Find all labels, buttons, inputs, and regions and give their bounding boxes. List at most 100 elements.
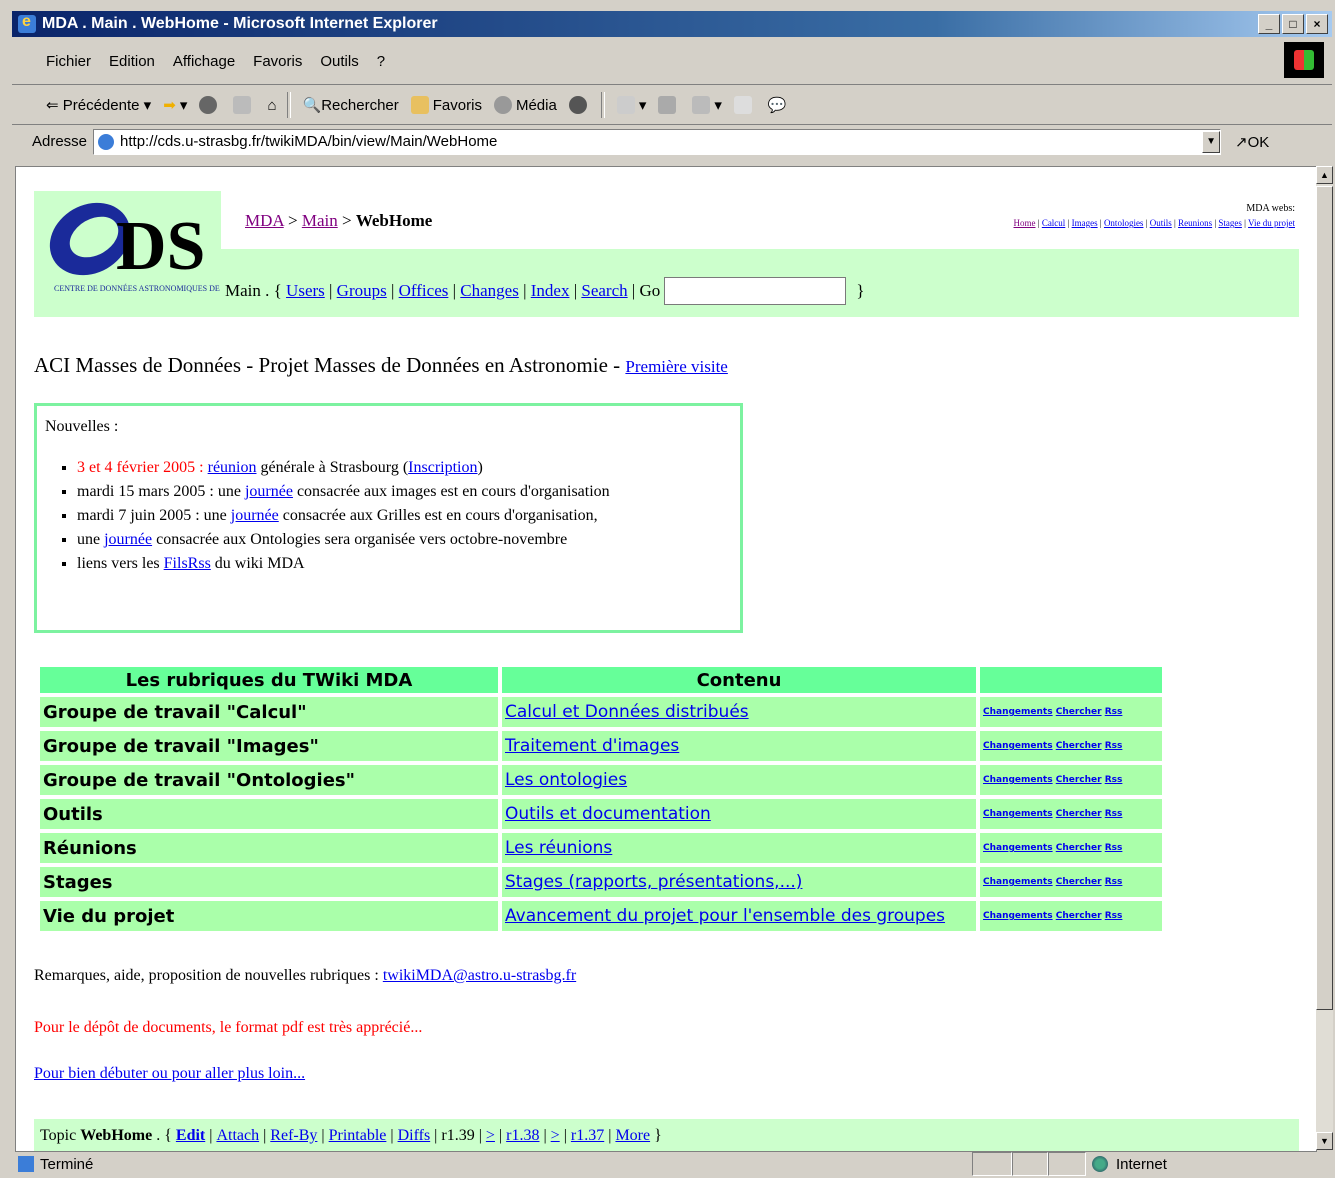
changements-link[interactable]: Changements xyxy=(983,775,1053,785)
printable-link[interactable]: Printable xyxy=(329,1127,387,1145)
rubrique-name: Outils xyxy=(40,799,498,829)
menu-help[interactable]: ? xyxy=(377,53,385,70)
nav-groups[interactable]: Groups xyxy=(337,281,387,301)
web-link-vie[interactable]: Vie du projet xyxy=(1248,218,1295,228)
news-link[interactable]: réunion xyxy=(208,459,257,476)
news-link[interactable]: FilsRss xyxy=(164,555,211,572)
news-box: Nouvelles : 3 et 4 février 2005 : réunio… xyxy=(34,403,743,633)
news-link[interactable]: journée xyxy=(104,531,152,548)
changements-link[interactable]: Changements xyxy=(983,877,1053,887)
changements-link[interactable]: Changements xyxy=(983,911,1053,921)
chevron-down-icon[interactable]: ▼ xyxy=(1202,130,1221,153)
maximize-button[interactable]: □ xyxy=(1282,14,1304,34)
rss-link[interactable]: Rss xyxy=(1105,809,1123,819)
close-button[interactable]: × xyxy=(1306,14,1328,34)
scroll-thumb[interactable] xyxy=(1316,186,1333,1010)
search-button[interactable]: 🔍 Rechercher xyxy=(303,96,399,115)
edit-button[interactable]: ▾ xyxy=(692,96,722,114)
menu-affichage[interactable]: Affichage xyxy=(173,53,235,70)
favorites-button[interactable]: Favoris xyxy=(410,96,482,114)
web-link-images[interactable]: Images xyxy=(1072,218,1098,228)
menu-fichier[interactable]: Fichier xyxy=(46,53,91,70)
nav-users[interactable]: Users xyxy=(286,281,325,301)
menu-outils[interactable]: Outils xyxy=(320,53,358,70)
edit-link[interactable]: Edit xyxy=(176,1127,205,1145)
mail-button[interactable]: ▾ xyxy=(616,96,646,114)
history-icon xyxy=(568,96,587,114)
rubrique-content-link[interactable]: Calcul et Données distribués xyxy=(505,702,749,722)
rubrique-content-link[interactable]: Traitement d'images xyxy=(505,736,679,756)
chercher-link[interactable]: Chercher xyxy=(1056,809,1102,819)
chercher-link[interactable]: Chercher xyxy=(1056,877,1102,887)
news-link[interactable]: Inscription xyxy=(408,459,477,476)
discuss-button[interactable] xyxy=(733,96,756,114)
web-link-ontologies[interactable]: Ontologies xyxy=(1104,218,1144,228)
menu-edition[interactable]: Edition xyxy=(109,53,155,70)
rss-link[interactable]: Rss xyxy=(1105,877,1123,887)
chercher-link[interactable]: Chercher xyxy=(1056,775,1102,785)
nav-changes[interactable]: Changes xyxy=(460,281,519,301)
getting-started-link[interactable]: Pour bien débuter ou pour aller plus loi… xyxy=(34,1065,305,1082)
web-link-home[interactable]: Home xyxy=(1014,218,1036,228)
news-link[interactable]: journée xyxy=(245,483,293,500)
scroll-down-icon[interactable]: ▼ xyxy=(1316,1132,1333,1150)
rev-r137-link[interactable]: r1.37 xyxy=(571,1127,604,1145)
history-button[interactable] xyxy=(568,96,591,114)
window-title-bar[interactable]: MDA . Main . WebHome - Microsoft Interne… xyxy=(12,11,1332,37)
chercher-link[interactable]: Chercher xyxy=(1056,707,1102,717)
web-link-outils[interactable]: Outils xyxy=(1150,218,1172,228)
rss-link[interactable]: Rss xyxy=(1105,741,1123,751)
nav-search[interactable]: Search xyxy=(581,281,627,301)
rss-link[interactable]: Rss xyxy=(1105,843,1123,853)
forward-button[interactable]: ➡ ▾ xyxy=(163,96,187,114)
breadcrumb-web-link[interactable]: MDA xyxy=(245,211,284,230)
attach-link[interactable]: Attach xyxy=(216,1127,259,1145)
ref-by-link[interactable]: Ref-By xyxy=(270,1127,317,1145)
rss-link[interactable]: Rss xyxy=(1105,911,1123,921)
menu-favoris[interactable]: Favoris xyxy=(253,53,302,70)
web-link-reunions[interactable]: Reunions xyxy=(1178,218,1212,228)
rubrique-content-link[interactable]: Outils et documentation xyxy=(505,804,711,824)
header-nav: Main . { Users | Groups | Offices | Chan… xyxy=(221,249,1299,317)
media-button[interactable]: Média xyxy=(493,96,557,114)
changements-link[interactable]: Changements xyxy=(983,741,1053,751)
messenger-button[interactable]: 💬 xyxy=(768,96,787,114)
chercher-link[interactable]: Chercher xyxy=(1056,843,1102,853)
diffs-link[interactable]: Diffs xyxy=(398,1127,431,1145)
scroll-up-icon[interactable]: ▲ xyxy=(1316,166,1333,184)
home-button[interactable]: ⌂ xyxy=(267,97,276,114)
rev-r138-link[interactable]: r1.38 xyxy=(506,1127,539,1145)
address-input[interactable]: http://cds.u-strasbg.fr/twikiMDA/bin/vie… xyxy=(93,128,1222,155)
rubrique-content-link[interactable]: Les ontologies xyxy=(505,770,627,790)
web-link-stages[interactable]: Stages xyxy=(1218,218,1242,228)
news-link[interactable]: journée xyxy=(231,507,279,524)
nav-index[interactable]: Index xyxy=(531,281,570,301)
rubrique-content-link[interactable]: Avancement du projet pour l'ensemble des… xyxy=(505,906,945,926)
changements-link[interactable]: Changements xyxy=(983,809,1053,819)
more-link[interactable]: More xyxy=(615,1127,650,1145)
rss-link[interactable]: Rss xyxy=(1105,707,1123,717)
rss-link[interactable]: Rss xyxy=(1105,775,1123,785)
breadcrumb-main-link[interactable]: Main xyxy=(302,211,338,230)
print-button[interactable] xyxy=(658,96,680,114)
rubrique-content-link[interactable]: Stages (rapports, présentations,...) xyxy=(505,872,802,892)
contact-email-link[interactable]: twikiMDA@astro.u-strasbg.fr xyxy=(383,967,576,984)
changements-link[interactable]: Changements xyxy=(983,707,1053,717)
changements-link[interactable]: Changements xyxy=(983,843,1053,853)
chercher-link[interactable]: Chercher xyxy=(1056,741,1102,751)
stop-button[interactable] xyxy=(199,96,221,114)
rev-diff-link[interactable]: > xyxy=(486,1127,495,1145)
go-button[interactable]: ↗OK xyxy=(1235,133,1269,151)
refresh-button[interactable] xyxy=(233,96,255,114)
cds-logo[interactable]: DS CENTRE DE DONNÉES ASTRONOMIQUES DE ST… xyxy=(34,191,275,317)
go-input[interactable] xyxy=(664,277,847,305)
minimize-button[interactable]: _ xyxy=(1258,14,1280,34)
rev-diff-link[interactable]: > xyxy=(551,1127,560,1145)
vertical-scrollbar[interactable]: ▲ ▼ xyxy=(1316,166,1333,1150)
back-button[interactable]: ⇐ Précédente ▾ xyxy=(46,96,151,115)
first-visit-link[interactable]: Première visite xyxy=(625,357,727,376)
chercher-link[interactable]: Chercher xyxy=(1056,911,1102,921)
nav-offices[interactable]: Offices xyxy=(399,281,449,301)
web-link-calcul[interactable]: Calcul xyxy=(1042,218,1066,228)
rubrique-content-link[interactable]: Les réunions xyxy=(505,838,612,858)
